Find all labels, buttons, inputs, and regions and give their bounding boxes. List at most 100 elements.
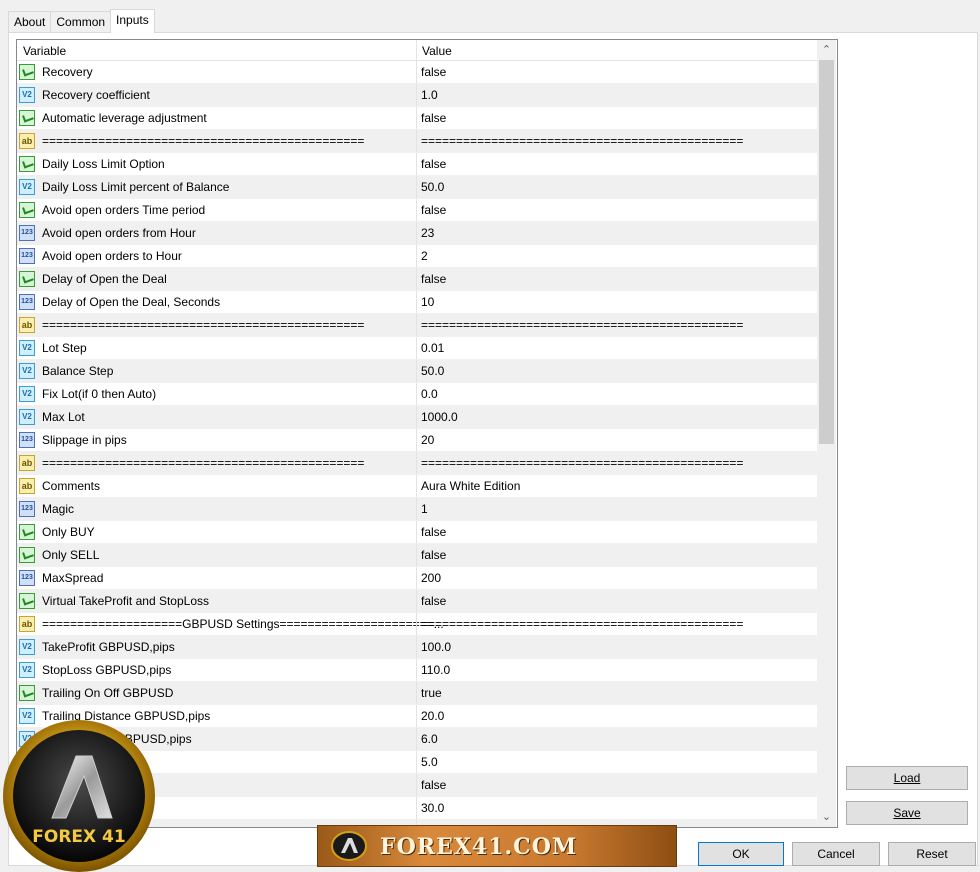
table-row[interactable]: ab ======================================… — [17, 130, 817, 153]
table-row[interactable]: V2 Recovery coefficient 1.0 — [17, 84, 817, 107]
table-row[interactable]: V2 TakeProfit GBPUSD,pips 100.0 — [17, 636, 817, 659]
value-cell[interactable]: false — [421, 525, 446, 539]
table-row[interactable]: Only BUY false — [17, 521, 817, 544]
table-row[interactable]: Virtual TakeProfit and StopLoss false — [17, 590, 817, 613]
table-row[interactable]: Recovery false — [17, 61, 817, 84]
value-cell[interactable]: ========================================… — [421, 318, 743, 332]
value-cell[interactable]: 0.0 — [421, 387, 438, 401]
value-cell[interactable]: 110.0 — [421, 663, 450, 677]
table-row[interactable]: V2 Fix Lot(if 0 then Auto) 0.0 — [17, 383, 817, 406]
variable-name: Delay of Open the Deal — [42, 272, 167, 286]
value-cell[interactable]: 0.01 — [421, 341, 444, 355]
variable-name: Fix Lot(if 0 then Auto) — [42, 387, 157, 401]
value-cell[interactable]: 50.0 — [421, 364, 444, 378]
table-row[interactable]: V2 Max Lot 1000.0 — [17, 406, 817, 429]
value-cell[interactable]: Aura White Edition — [421, 479, 520, 493]
scrollbar-thumb[interactable] — [819, 60, 834, 444]
value-cell[interactable]: 6.0 — [421, 732, 438, 746]
table-row[interactable]: V2 Lot Step 0.01 — [17, 337, 817, 360]
table-row[interactable]: ab ======================================… — [17, 314, 817, 337]
table-row[interactable]: 123 MaxSpread 200 — [17, 567, 817, 590]
inputs-list[interactable]: Variable Value Recovery false V2 Recovery c… — [16, 39, 838, 828]
value-cell[interactable]: false — [421, 594, 446, 608]
table-row[interactable]: 123 Slippage in pips 20 — [17, 429, 817, 452]
value-cell[interactable]: false — [421, 548, 446, 562]
value-cell[interactable]: 10 — [421, 295, 434, 309]
cell-divider — [416, 429, 417, 451]
table-row[interactable]: Automatic leverage adjustment false — [17, 107, 817, 130]
scroll-up-arrow-icon[interactable]: ⌃ — [817, 41, 836, 59]
table-row[interactable]: V2 Daily Loss Limit percent of Balance 50.… — [17, 176, 817, 199]
tab-about[interactable]: About — [8, 11, 52, 32]
table-row[interactable]: V2 StopLoss GBPUSD,pips 110.0 — [17, 659, 817, 682]
cancel-button[interactable]: Cancel — [792, 842, 880, 866]
table-row[interactable]: ab ======================================… — [17, 452, 817, 475]
bool-type-icon — [19, 685, 35, 701]
integer-type-icon: 123 — [19, 570, 35, 586]
value-cell[interactable]: ========================================… — [421, 617, 743, 631]
save-button[interactable]: Save — [846, 801, 968, 825]
table-row[interactable]: Trailing On Off GBPUSD true — [17, 682, 817, 705]
double-type-icon: V2 — [19, 87, 35, 103]
integer-type-icon: 123 — [19, 501, 35, 517]
value-cell[interactable]: 50.0 — [421, 180, 444, 194]
list-header: Variable Value — [17, 40, 817, 61]
table-row[interactable]: 123 Delay of Open the Deal, Seconds 10 — [17, 291, 817, 314]
integer-type-icon: 123 — [19, 248, 35, 264]
tab-inputs[interactable]: Inputs — [110, 9, 155, 33]
variable-name: Avoid open orders to Hour — [42, 249, 182, 263]
value-cell[interactable]: true — [421, 686, 442, 700]
value-cell[interactable]: false — [421, 203, 446, 217]
table-row[interactable]: Daily Loss Limit Option false — [17, 153, 817, 176]
value-cell[interactable]: 1 — [421, 502, 428, 516]
table-row[interactable]: ab ====================GBPUSD Settings===… — [17, 613, 817, 636]
value-cell[interactable]: ========================================… — [421, 134, 743, 148]
value-cell[interactable]: false — [421, 111, 446, 125]
variable-name: Magic — [42, 502, 75, 516]
save-button-label: Save — [893, 806, 921, 820]
column-header-value[interactable]: Value — [422, 44, 452, 58]
value-cell[interactable]: 30.0 — [421, 801, 444, 815]
reset-button[interactable]: Reset — [888, 842, 976, 866]
value-cell[interactable]: ========================================… — [421, 456, 743, 470]
cell-divider — [416, 567, 417, 589]
scroll-down-arrow-icon[interactable]: ⌄ — [817, 808, 836, 826]
vertical-scrollbar[interactable]: ⌃ ⌄ — [817, 40, 836, 827]
value-cell[interactable]: 1000.0 — [421, 410, 458, 424]
table-row[interactable]: 123 Avoid open orders to Hour 2 — [17, 245, 817, 268]
value-cell[interactable]: false — [421, 778, 446, 792]
column-divider[interactable] — [416, 40, 417, 60]
value-cell[interactable]: 2 — [421, 249, 428, 263]
value-cell[interactable]: 20.0 — [421, 709, 444, 723]
table-row[interactable]: ab Comments Aura White Edition — [17, 475, 817, 498]
cell-divider — [416, 61, 417, 83]
tab-strip: About Common Inputs — [8, 9, 155, 33]
value-cell[interactable]: 100.0 — [421, 640, 451, 654]
value-cell[interactable]: 200 — [421, 571, 441, 585]
tab-common[interactable]: Common — [50, 11, 112, 32]
variable-name: Comments — [42, 479, 101, 493]
load-button[interactable]: Load — [846, 766, 968, 790]
value-cell[interactable]: 5.0 — [421, 755, 438, 769]
bool-type-icon — [19, 593, 35, 609]
value-cell[interactable]: false — [421, 157, 446, 171]
value-cell[interactable]: 23 — [421, 226, 434, 240]
value-cell[interactable]: false — [421, 272, 446, 286]
value-cell[interactable]: false — [421, 65, 446, 79]
forex41-logo: FOREX 41 — [3, 720, 155, 872]
table-row[interactable]: Only SELL false — [17, 544, 817, 567]
table-row[interactable]: 123 Avoid open orders from Hour 23 — [17, 222, 817, 245]
column-header-variable[interactable]: Variable — [23, 44, 66, 58]
value-cell[interactable]: 1.0 — [421, 88, 438, 102]
cell-divider — [416, 130, 417, 152]
table-row[interactable]: 123 Magic 1 — [17, 498, 817, 521]
cell-divider — [416, 705, 417, 727]
table-row[interactable]: Delay of Open the Deal false — [17, 268, 817, 291]
cell-divider — [416, 452, 417, 474]
table-row[interactable]: V2 Balance Step 50.0 — [17, 360, 817, 383]
string-type-icon: ab — [19, 478, 35, 494]
value-cell[interactable]: 20 — [421, 433, 434, 447]
cell-divider — [416, 521, 417, 543]
table-row[interactable]: Avoid open orders Time period false — [17, 199, 817, 222]
ok-button[interactable]: OK — [698, 842, 784, 866]
